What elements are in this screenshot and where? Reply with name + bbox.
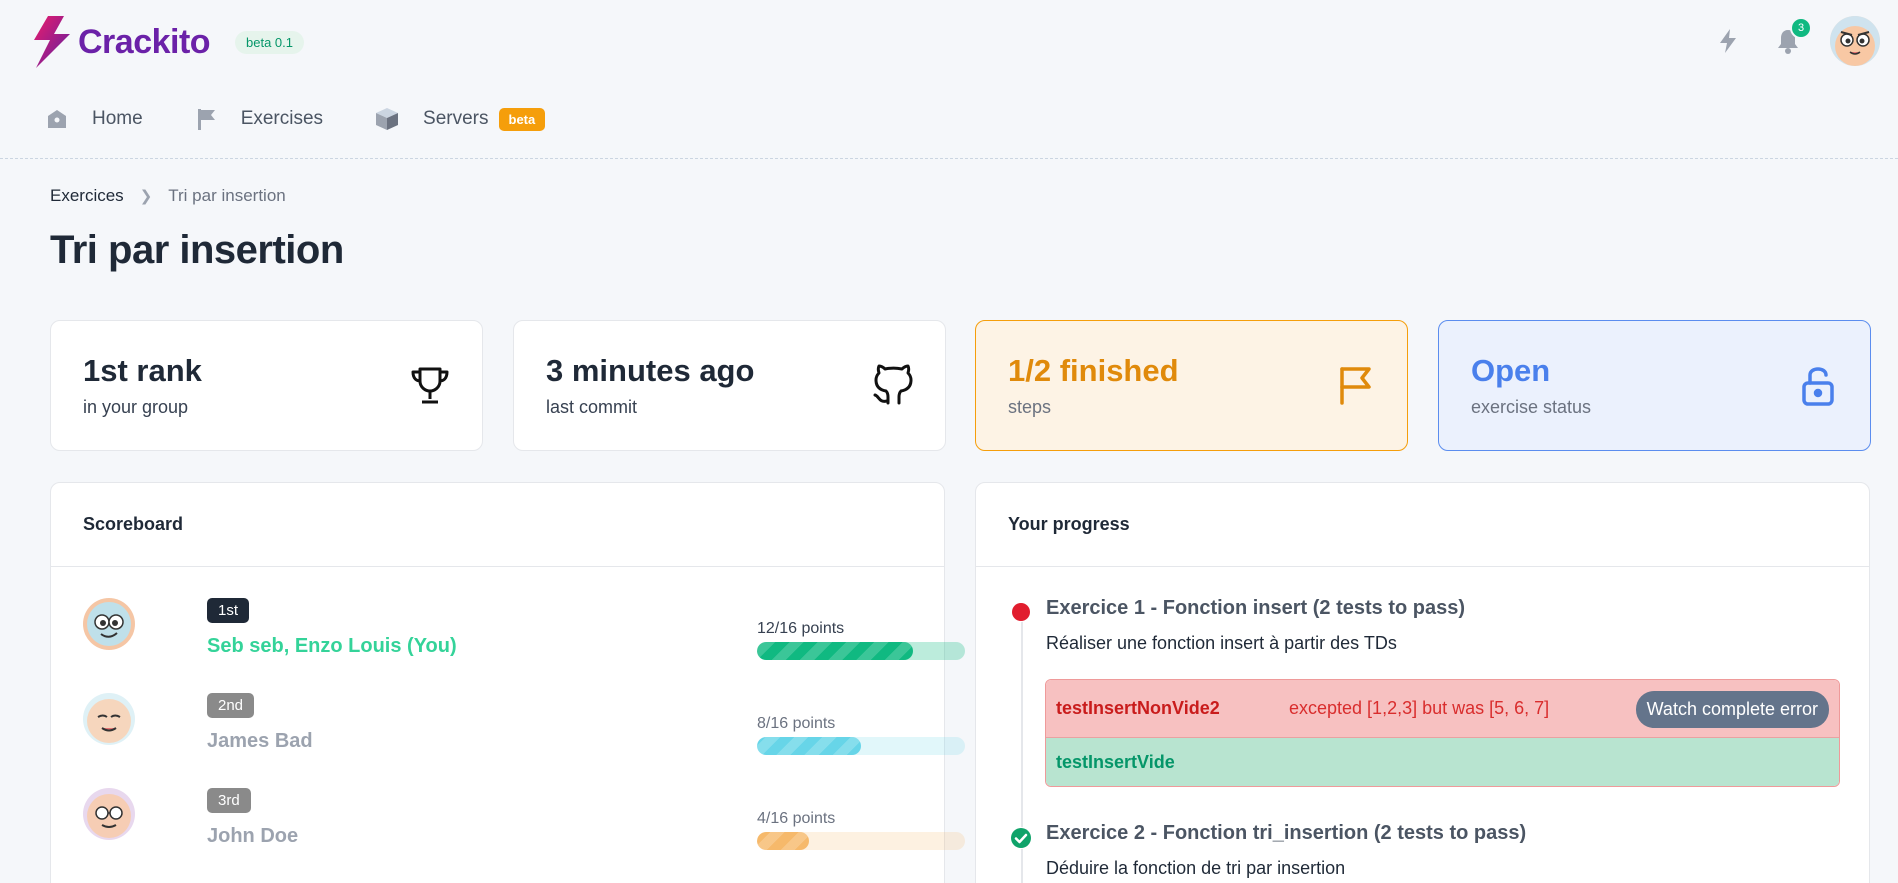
rank-badge: 3rd [207,788,251,813]
points-progress-fill [757,737,861,755]
avatar-face-icon [83,693,135,745]
progress-title: Your progress [976,483,1869,567]
breadcrumb-exercices-link[interactable]: Exercices [50,186,124,206]
scoreboard-row: 3rd John Doe 4/16 points [83,788,965,868]
lightning-logo-icon [34,16,70,68]
avatar [83,788,135,840]
test-row-failed: testInsertNonVide2 excepted [1,2,3] but … [1046,680,1839,738]
servers-beta-badge: beta [498,107,546,131]
unlock-icon [1802,367,1834,406]
player-name: James Bad [207,730,313,752]
avatar [83,598,135,650]
step-title: Exercice 2 - Fonction tri_insertion (2 t… [1046,822,1527,844]
flag-icon [197,109,215,130]
nav-item-label: Home [92,108,143,129]
github-icon [873,364,913,405]
step-description: Réaliser une fonction insert à partir de… [1046,633,1397,653]
exercise-status-stat-card: Open exercise status [1438,320,1871,451]
rank-badge: 1st [207,598,250,623]
last-commit-stat-card: 3 minutes ago last commit [513,320,946,451]
points-progress-fill [757,832,809,850]
page-title: Tri par insertion [50,228,344,272]
step-title: Exercice 1 - Fonction insert (2 tests to… [1046,597,1466,619]
stat-value: 3 minutes ago [546,353,755,388]
points-progress-fill [757,642,913,660]
stat-label: exercise status [1471,397,1592,417]
points-progress-bar [757,642,965,660]
steps-stat-card: 1/2 finished steps [975,320,1408,451]
progress-panel: Your progress Exercice 1 - Fonction inse… [975,482,1870,883]
watch-complete-error-button[interactable]: Watch complete error [1635,691,1829,728]
test-name: testInsertVide [1056,751,1175,772]
test-error-message: excepted [1,2,3] but was [5, 6, 7] [1289,698,1550,718]
player-name: John Doe [207,825,299,847]
points-label: 4/16 points [757,810,836,827]
scoreboard-title: Scoreboard [51,483,944,567]
brand-name: Crackito [78,22,211,61]
avatar [83,693,135,745]
scoreboard-panel: Scoreboard 1st Seb seb, Enzo Louis (You)… [50,482,965,883]
check-circle-icon [1010,827,1032,849]
stat-label: last commit [546,397,638,417]
player-name: Seb seb, Enzo Louis (You) [207,635,457,657]
user-avatar-face-icon [1830,16,1880,66]
quick-action-button[interactable] [1710,23,1746,59]
points-label: 8/16 points [757,715,836,732]
bolt-icon [1720,29,1736,53]
failed-status-dot-icon [1011,602,1031,622]
avatar-face-icon [83,788,135,840]
points-progress-bar [757,832,965,850]
user-avatar[interactable] [1830,16,1880,66]
test-row-passed: testInsertVide [1046,738,1839,786]
version-badge: beta 0.1 [235,31,304,54]
flag-icon [1340,367,1371,405]
breadcrumb-current: Tri par insertion [168,186,286,205]
scoreboard-row: 1st Seb seb, Enzo Louis (You) 12/16 poin… [83,598,965,678]
brand-logo[interactable]: Crackito [28,14,211,70]
step-description: Déduire la fonction de tri par insertion [1046,858,1346,878]
home-icon [48,110,66,128]
main-nav: Home Exercises Servers beta [46,107,597,131]
rank-stat-card: 1st rank in your group [50,320,483,451]
stat-value: 1/2 finished [1008,353,1179,388]
nav-divider [0,158,1898,159]
nav-item-label: Exercises [240,108,324,129]
test-name: testInsertNonVide2 [1056,698,1220,718]
breadcrumb: Exercices ❯ Tri par insertion [50,186,286,206]
nav-item-label: Servers [423,108,489,129]
avatar-face-icon [83,598,135,650]
top-bar: Crackito beta 0.1 3 [0,0,1898,84]
trophy-icon [411,367,449,404]
nav-item-exercises[interactable]: Exercises [195,107,323,131]
chevron-right-icon: ❯ [139,188,153,205]
stat-label: in your group [83,397,189,417]
points-progress-bar [757,737,965,755]
rank-badge: 2nd [207,693,255,718]
stat-value: 1st rank [83,353,202,388]
stat-value: Open [1471,353,1551,388]
nav-item-home[interactable]: Home [46,108,143,130]
cube-icon [376,108,399,130]
test-results: testInsertNonVide2 excepted [1,2,3] but … [1045,679,1840,787]
scoreboard-row: 2nd James Bad 8/16 points [83,693,965,773]
stat-label: steps [1008,397,1052,417]
notification-count-badge: 3 [1790,17,1812,39]
nav-item-servers[interactable]: Servers beta [375,107,546,131]
notifications-button[interactable]: 3 [1770,17,1812,59]
points-label: 12/16 points [757,620,845,637]
